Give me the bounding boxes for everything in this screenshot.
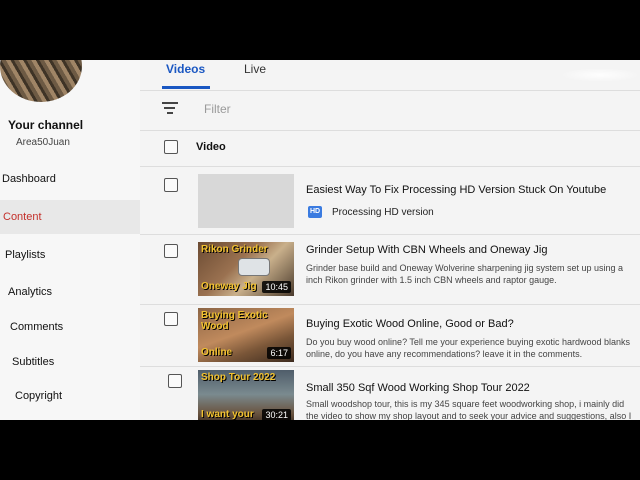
video-description: the video to show my shop layout and to … (306, 411, 632, 420)
thumbnail-caption: Shop Tour 2022 (201, 372, 276, 383)
sidebar-item-label: Dashboard (2, 173, 56, 185)
sidebar-item-analytics[interactable]: Analytics (0, 275, 140, 309)
sidebar-item-playlists[interactable]: Playlists (0, 238, 140, 272)
channel-handle: Area50Juan (16, 137, 70, 148)
video-title[interactable]: Easiest Way To Fix Processing HD Version… (306, 184, 606, 196)
filter-bar[interactable]: Filter (140, 90, 640, 131)
video-description: Grinder base build and Oneway Wolverine … (306, 263, 624, 273)
table-header: Video (140, 130, 640, 167)
sidebar-item-label: Subtitles (12, 356, 55, 368)
video-title[interactable]: Buying Exotic Wood Online, Good or Bad? (306, 318, 514, 330)
video-duration: 10:45 (262, 281, 291, 293)
sidebar-item-content[interactable]: Content (0, 200, 140, 234)
tab-live[interactable]: Live (244, 62, 266, 76)
table-row[interactable]: Easiest Way To Fix Processing HD Version… (140, 166, 640, 235)
table-row[interactable]: Buying Exotic Wood Online 6:17 Buying Ex… (140, 304, 640, 367)
row-checkbox[interactable] (164, 178, 178, 192)
filter-icon[interactable] (162, 102, 178, 116)
thumbnail-caption: Online (201, 347, 233, 358)
sidebar-item-label: Playlists (5, 249, 46, 261)
sidebar-item-copyright[interactable]: Copyright (0, 379, 140, 413)
row-checkbox[interactable] (168, 374, 182, 388)
processing-status: Processing HD version (332, 207, 434, 218)
thumbnail-caption: I want your (201, 409, 254, 420)
thumbnail-caption: Rikon Grinder (201, 244, 268, 255)
video-description: Small woodshop tour, this is my 345 squa… (306, 399, 625, 409)
sidebar-item-dashboard[interactable]: Dashboard (0, 162, 140, 196)
screen: Your channel Area50Juan Dashboard Conten… (0, 60, 640, 420)
sidebar-item-subtitles[interactable]: Subtitles (0, 345, 140, 379)
video-description: online, do you have any recommendations?… (306, 349, 583, 359)
thumbnail-caption: Buying Exotic Wood (201, 310, 268, 332)
table-row[interactable]: Rikon Grinder Oneway Jig 10:45 Grinder S… (140, 234, 640, 305)
video-thumbnail[interactable]: Rikon Grinder Oneway Jig 10:45 (198, 242, 294, 296)
row-checkbox[interactable] (164, 312, 178, 326)
video-duration: 30:21 (262, 409, 291, 420)
channel-avatar[interactable] (0, 60, 82, 102)
video-thumbnail[interactable] (198, 174, 294, 228)
video-thumbnail[interactable]: Buying Exotic Wood Online 6:17 (198, 308, 294, 362)
grinder-image (238, 258, 270, 276)
video-thumbnail[interactable]: Shop Tour 2022 I want your 30:21 (198, 370, 294, 420)
video-title[interactable]: Small 350 Sqf Wood Working Shop Tour 202… (306, 382, 530, 394)
hd-badge: HD (308, 206, 322, 218)
video-title[interactable]: Grinder Setup With CBN Wheels and Oneway… (306, 244, 548, 256)
video-description: inch Rikon grinder with 1.5 inch CBN whe… (306, 275, 557, 285)
sidebar: Your channel Area50Juan Dashboard Conten… (0, 60, 141, 420)
sidebar-item-label: Comments (10, 321, 64, 333)
sidebar-item-comments[interactable]: Comments (0, 310, 140, 344)
active-tab-indicator (162, 86, 210, 89)
column-header-video: Video (196, 141, 226, 153)
select-all-checkbox[interactable] (164, 140, 178, 154)
sidebar-item-label: Analytics (8, 286, 53, 298)
sidebar-item-label: Copyright (15, 390, 63, 402)
row-checkbox[interactable] (164, 244, 178, 258)
content-main: Videos Live Filter Video Easiest Way To … (140, 60, 640, 420)
screen-glare (560, 68, 640, 82)
content-tabs: Videos Live (140, 60, 640, 91)
sidebar-item-label: Content (3, 211, 42, 223)
video-duration: 6:17 (267, 347, 291, 359)
filter-input[interactable]: Filter (204, 102, 231, 116)
channel-title[interactable]: Your channel (8, 118, 83, 132)
table-row[interactable]: Shop Tour 2022 I want your 30:21 Small 3… (140, 366, 640, 420)
tab-videos[interactable]: Videos (166, 62, 205, 76)
video-description: Do you buy wood online? Tell me your exp… (306, 337, 631, 347)
thumbnail-caption: Oneway Jig (201, 281, 257, 292)
